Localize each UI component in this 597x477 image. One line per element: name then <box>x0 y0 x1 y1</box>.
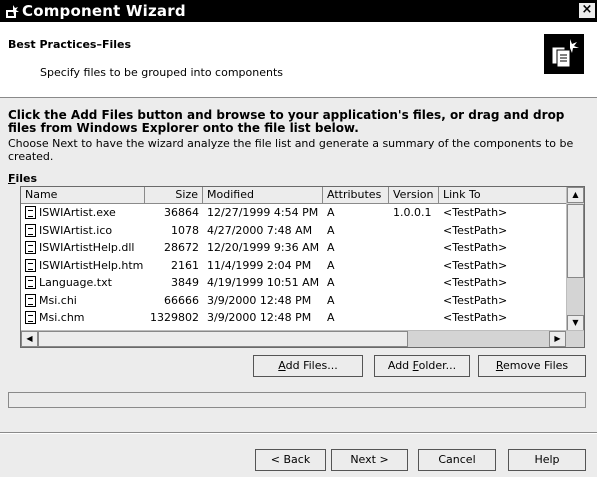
file-modified-cell: 12/20/1999 9:36 AM <box>207 241 320 255</box>
file-link-to-cell: <TestPath> <box>443 276 508 290</box>
file-modified-cell: 4/27/2000 7:48 AM <box>207 223 313 237</box>
file-name-cell: Msi.chm <box>21 311 145 325</box>
title-bar: Component Wizard × <box>0 0 597 22</box>
file-link-to-cell: <TestPath> <box>443 206 508 220</box>
column-header-modified[interactable]: Modified <box>203 187 323 203</box>
column-header-link-to[interactable]: Link To <box>439 187 566 203</box>
file-name-cell: ISWIArtistHelp.dll <box>21 241 145 255</box>
file-icon <box>25 258 36 272</box>
file-name-cell: ISWIArtist.exe <box>21 206 145 220</box>
file-modified-cell: 4/19/1999 10:51 AM <box>207 276 320 290</box>
file-size-cell: 3849 <box>171 276 199 290</box>
file-size-cell: 2161 <box>171 258 199 272</box>
vertical-scroll-thumb[interactable] <box>567 204 584 278</box>
scroll-down-icon[interactable]: ▼ <box>567 315 584 331</box>
file-name-text: Language.txt <box>39 276 112 290</box>
file-size-cell: 28672 <box>164 241 199 255</box>
instruction-text: Choose Next to have the wizard analyze t… <box>8 137 574 163</box>
column-header-name[interactable]: Name <box>21 187 145 203</box>
help-button[interactable]: Help <box>508 449 586 471</box>
file-icon <box>25 311 36 325</box>
table-row[interactable]: ISWIArtistHelp.dll 28672 12/20/1999 9:36 A… <box>21 239 566 257</box>
table-row[interactable]: ISWIArtist.exe 36864 12/27/1999 4:54 PM A 1.… <box>21 204 566 222</box>
file-attributes-cell: A <box>327 293 335 307</box>
scroll-right-icon[interactable]: ▶ <box>549 331 566 347</box>
file-list-header: Name Size Modified Attributes Version Li… <box>21 187 566 204</box>
file-icon <box>25 206 36 220</box>
cancel-button[interactable]: Cancel <box>418 449 496 471</box>
file-list[interactable]: Name Size Modified Attributes Version Li… <box>20 186 585 348</box>
files-label: Files <box>8 172 38 185</box>
file-name-text: Msi.chi <box>39 293 77 307</box>
instruction-bold: Click the Add Files button and browse to… <box>8 108 565 135</box>
file-name-text: ISWIArtistHelp.htm <box>39 258 144 272</box>
wizard-files-icon <box>544 34 584 74</box>
file-link-to-cell: <TestPath> <box>443 311 508 325</box>
file-icon <box>25 241 36 255</box>
file-attributes-cell: A <box>327 276 335 290</box>
next-button[interactable]: Next > <box>331 449 408 471</box>
table-row[interactable]: ISWIArtistHelp.htm 2161 11/4/1999 2:04 PM A… <box>21 257 566 275</box>
remove-files-button[interactable]: Remove Files <box>478 355 586 377</box>
table-row[interactable]: ISWIArtist.ico 1078 4/27/2000 7:48 AM A <Tes… <box>21 222 566 240</box>
table-row[interactable]: Msi.chm 1329802 3/9/2000 12:48 PM A <TestPat… <box>21 309 566 327</box>
file-list-rows: ISWIArtist.exe 36864 12/27/1999 4:54 PM A 1.… <box>21 204 566 327</box>
back-button[interactable]: < Back <box>255 449 326 471</box>
file-name-cell: Msi.chi <box>21 293 145 307</box>
file-link-to-cell: <TestPath> <box>443 223 508 237</box>
file-size-cell: 36864 <box>164 206 199 220</box>
file-size-cell: 1078 <box>171 223 199 237</box>
progress-bar <box>8 392 586 408</box>
column-header-size[interactable]: Size <box>145 187 203 203</box>
page-title: Best Practices–Files <box>8 38 132 51</box>
window-title: Component Wizard <box>22 2 186 20</box>
scroll-left-icon[interactable]: ◀ <box>21 331 38 347</box>
file-attributes-cell: A <box>327 241 335 255</box>
file-modified-cell: 11/4/1999 2:04 PM <box>207 258 312 272</box>
add-folder-button[interactable]: Add Folder... <box>374 355 470 377</box>
file-name-text: Msi.chm <box>39 311 85 325</box>
file-link-to-cell: <TestPath> <box>443 258 508 272</box>
file-name-text: ISWIArtistHelp.dll <box>39 241 135 255</box>
file-link-to-cell: <TestPath> <box>443 293 508 307</box>
table-row[interactable]: Language.txt 3849 4/19/1999 10:51 AM A <Test… <box>21 274 566 292</box>
horizontal-scroll-thumb[interactable] <box>38 331 408 347</box>
file-modified-cell: 3/9/2000 12:48 PM <box>207 293 312 307</box>
vertical-scrollbar[interactable]: ▲ ▼ <box>566 187 584 331</box>
file-name-cell: Language.txt <box>21 276 145 290</box>
table-row[interactable]: Msi.chi 66666 3/9/2000 12:48 PM A <TestPath> <box>21 292 566 310</box>
wizard-header: Best Practices–Files Specify files to be… <box>0 22 597 98</box>
file-name-cell: ISWIArtist.ico <box>21 223 145 237</box>
add-files-button[interactable]: Add Files... <box>253 355 363 377</box>
file-attributes-cell: A <box>327 258 335 272</box>
wizard-app-icon <box>6 5 19 18</box>
close-icon[interactable]: × <box>579 3 595 18</box>
file-attributes-cell: A <box>327 223 335 237</box>
component-wizard-window: Component Wizard × Best Practices–Files … <box>0 0 597 477</box>
divider-highlight <box>0 433 597 434</box>
file-modified-cell: 3/9/2000 12:48 PM <box>207 311 312 325</box>
file-icon <box>25 293 36 307</box>
file-version-cell: 1.0.0.1 <box>393 206 432 220</box>
file-icon <box>25 223 36 237</box>
file-name-text: ISWIArtist.ico <box>39 223 113 237</box>
file-attributes-cell: A <box>327 311 335 325</box>
file-size-cell: 1329802 <box>150 311 199 325</box>
column-header-attributes[interactable]: Attributes <box>323 187 389 203</box>
scroll-up-icon[interactable]: ▲ <box>567 187 584 203</box>
file-modified-cell: 12/27/1999 4:54 PM <box>207 206 319 220</box>
file-link-to-cell: <TestPath> <box>443 241 508 255</box>
horizontal-scrollbar[interactable]: ◀ ▶ <box>21 330 584 347</box>
file-icon <box>25 276 36 290</box>
file-attributes-cell: A <box>327 206 335 220</box>
file-size-cell: 66666 <box>164 293 199 307</box>
column-header-version[interactable]: Version <box>389 187 439 203</box>
file-name-cell: ISWIArtistHelp.htm <box>21 258 145 272</box>
file-name-text: ISWIArtist.exe <box>39 206 116 220</box>
page-subtitle: Specify files to be grouped into compone… <box>40 66 284 79</box>
